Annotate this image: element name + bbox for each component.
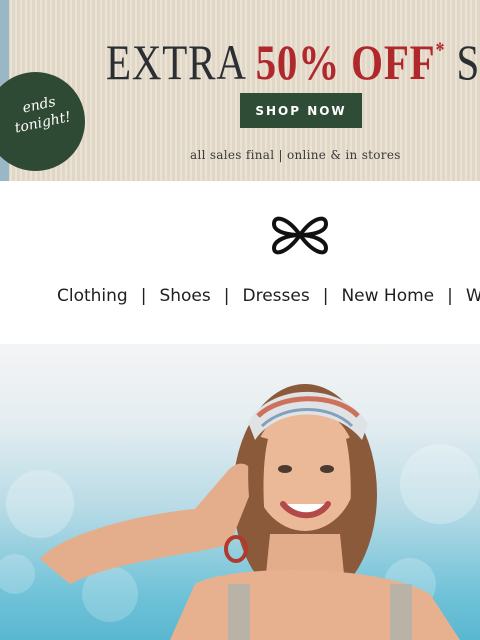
sale-fine-print: all sales final | online & in stores [190,148,401,162]
headline-off-text: OFF* [351,34,446,90]
headline-extra-text: EXTRA [106,34,245,90]
nav-item-we[interactable]: We [466,286,480,306]
nav-separator: | [447,286,453,306]
nav-separator: | [140,286,147,306]
hero-image[interactable] [0,344,480,640]
nav-separator: | [223,286,230,306]
nav-item-shoes[interactable]: Shoes [159,286,210,306]
headline-percent: 50% [255,34,341,90]
nav-separator: | [322,286,329,306]
infinity-butterfly-logo-icon[interactable] [270,210,330,260]
promo-banner[interactable]: EXTRA 50% OFF* SALE SHOP NOW all sales f… [0,0,480,181]
nav-item-clothing[interactable]: Clothing [57,286,128,306]
promo-headline: EXTRA 50% OFF* SALE [106,20,480,92]
headline-sale-text: SALE [456,34,480,90]
hero-illustration [0,384,480,640]
shop-now-button[interactable]: SHOP NOW [240,93,362,128]
category-nav: Clothing | Shoes | Dresses | New Home | We [57,286,480,306]
nav-item-dresses[interactable]: Dresses [243,286,310,306]
nav-item-new-home[interactable]: New Home [341,286,434,306]
